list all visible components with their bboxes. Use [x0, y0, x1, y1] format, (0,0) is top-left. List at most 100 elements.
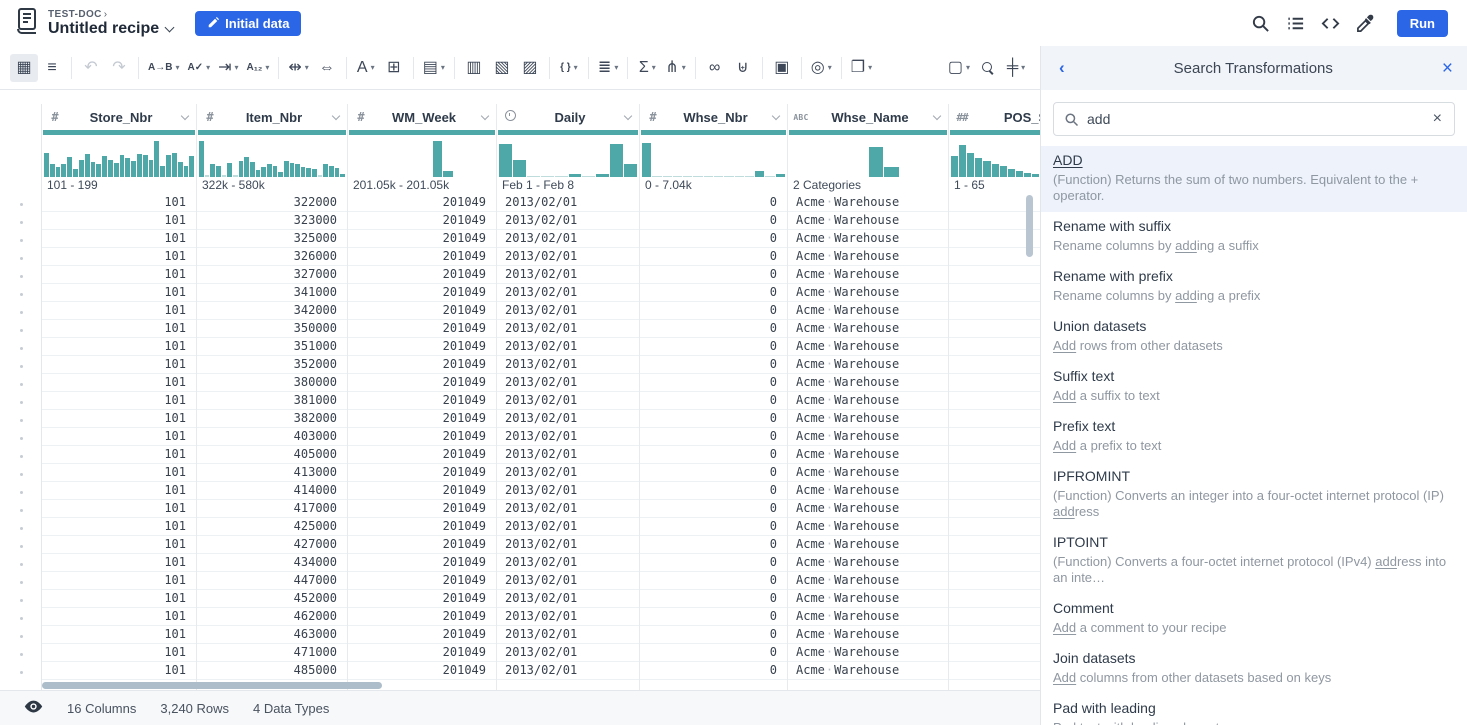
table-cell[interactable]: 425000 [197, 518, 347, 536]
transformation-item[interactable]: Union datasetsAdd rows from other datase… [1041, 312, 1467, 362]
column-histogram[interactable] [497, 135, 639, 177]
table-cell[interactable]: 101 [42, 248, 196, 266]
table-cell[interactable]: 201049 [348, 608, 496, 626]
aggregate-button[interactable]: Σ▾ [633, 54, 661, 82]
horizontal-scrollbar[interactable] [42, 682, 382, 689]
validate-columns-button[interactable]: A✓▾ [183, 54, 214, 82]
table-cell[interactable]: 201049 [348, 500, 496, 518]
histogram-bar[interactable] [306, 168, 311, 177]
table-cell[interactable]: 0 [640, 554, 787, 572]
table-cell[interactable]: 417000 [197, 500, 347, 518]
table-cell[interactable]: 352000 [197, 356, 347, 374]
table-cell[interactable]: 2013/02/01 [497, 284, 639, 302]
column-header-store_nbr[interactable]: #Store_Nbr [42, 104, 196, 130]
table-cell[interactable]: 101 [42, 428, 196, 446]
histogram-bar[interactable] [714, 176, 723, 177]
histogram-bar[interactable] [261, 167, 266, 177]
table-cell[interactable]: Acme·Warehouse [788, 338, 948, 356]
table-cell[interactable]: 101 [42, 608, 196, 626]
table-cell[interactable]: 101 [42, 482, 196, 500]
histogram-bar[interactable] [284, 161, 289, 177]
table-cell[interactable]: 2013/02/01 [497, 500, 639, 518]
histogram-bar[interactable] [114, 163, 119, 177]
transformation-item[interactable]: IPTOINT(Function) Converts a four-octet … [1041, 528, 1467, 594]
table-cell[interactable]: 380000 [197, 374, 347, 392]
table-cell[interactable] [949, 464, 1040, 482]
histogram-bar[interactable] [329, 166, 334, 177]
table-cell[interactable]: 0 [640, 518, 787, 536]
table-cell[interactable]: 0 [640, 356, 787, 374]
histogram-bar[interactable] [596, 174, 609, 177]
table-cell[interactable]: 201049 [348, 428, 496, 446]
table-cell[interactable]: 0 [640, 572, 787, 590]
table-cell[interactable] [949, 266, 1040, 284]
histogram-bar[interactable] [216, 166, 221, 177]
table-cell[interactable] [949, 608, 1040, 626]
union-datasets-button[interactable]: ⊎ [729, 54, 757, 82]
histogram-bar[interactable] [239, 161, 244, 177]
grid-view-button[interactable]: ▦ [10, 54, 38, 82]
search-icon[interactable] [1251, 14, 1270, 33]
transformation-item[interactable]: CommentAdd a comment to your recipe [1041, 594, 1467, 644]
table-cell[interactable]: Acme·Warehouse [788, 392, 948, 410]
table-cell[interactable]: 327000 [197, 266, 347, 284]
table-cell[interactable]: 0 [640, 284, 787, 302]
histogram-bar[interactable] [610, 144, 623, 177]
column-header-whse_name[interactable]: ABCWhse_Name [788, 104, 948, 130]
histogram-bar[interactable] [178, 162, 183, 177]
filter-rows-button[interactable]: ≣▾ [594, 54, 622, 82]
histogram-bar[interactable] [278, 172, 283, 177]
table-cell[interactable] [949, 356, 1040, 374]
change-type-button[interactable]: A→B▾ [144, 54, 183, 82]
table-cell[interactable]: 101 [42, 392, 196, 410]
histogram-bar[interactable] [91, 162, 96, 177]
column-header-daily[interactable]: Daily [497, 104, 639, 130]
column-menu-chevron-icon[interactable] [617, 116, 639, 119]
table-cell[interactable]: 201049 [348, 320, 496, 338]
table-cell[interactable]: Acme·Warehouse [788, 248, 948, 266]
histogram-bar[interactable] [869, 147, 884, 177]
histogram-bar[interactable] [73, 169, 78, 177]
table-cell[interactable] [949, 482, 1040, 500]
table-cell[interactable]: 101 [42, 320, 196, 338]
table-cell[interactable]: 0 [640, 428, 787, 446]
view-settings-button[interactable]: ╪▾ [1002, 54, 1030, 82]
table-cell[interactable]: 2013/02/01 [497, 266, 639, 284]
table-cell[interactable]: 101 [42, 212, 196, 230]
column-menu-chevron-icon[interactable] [474, 116, 496, 119]
table-cell[interactable]: 101 [42, 572, 196, 590]
table-cell[interactable]: 101 [42, 410, 196, 428]
histogram-bar[interactable] [56, 167, 61, 177]
histogram-bar[interactable] [433, 141, 442, 177]
table-cell[interactable]: Acme·Warehouse [788, 518, 948, 536]
histogram-bar[interactable] [323, 164, 328, 177]
column-histogram[interactable] [949, 135, 1040, 177]
table-cell[interactable]: Acme·Warehouse [788, 266, 948, 284]
table-cell[interactable]: 2013/02/01 [497, 338, 639, 356]
table-cell[interactable]: 350000 [197, 320, 347, 338]
table-cell[interactable]: 201049 [348, 536, 496, 554]
transformation-item[interactable]: Join datasetsAdd columns from other data… [1041, 644, 1467, 694]
histogram-bar[interactable] [189, 156, 194, 177]
table-cell[interactable]: 0 [640, 662, 787, 680]
table-cell[interactable]: Acme·Warehouse [788, 194, 948, 212]
copy-steps-button[interactable]: ❐▾ [847, 54, 876, 82]
table-cell[interactable] [949, 374, 1040, 392]
table-cell[interactable]: 322000 [197, 194, 347, 212]
histogram-bar[interactable] [959, 145, 966, 177]
table-cell[interactable] [949, 428, 1040, 446]
table-cell[interactable]: 0 [640, 644, 787, 662]
format-text-button[interactable]: A▾ [352, 54, 380, 82]
table-cell[interactable]: 2013/02/01 [497, 518, 639, 536]
table-cell[interactable]: 2013/02/01 [497, 446, 639, 464]
table-cell[interactable]: Acme·Warehouse [788, 608, 948, 626]
table-cell[interactable]: 0 [640, 410, 787, 428]
histogram-bar[interactable] [312, 169, 317, 177]
histogram-bar[interactable] [172, 153, 177, 177]
find-in-data-button[interactable] [974, 54, 1002, 82]
table-cell[interactable]: 201049 [348, 446, 496, 464]
histogram-bar[interactable] [765, 176, 774, 177]
table-cell[interactable]: 0 [640, 608, 787, 626]
histogram-bar[interactable] [884, 167, 899, 177]
histogram-bar[interactable] [131, 161, 136, 177]
